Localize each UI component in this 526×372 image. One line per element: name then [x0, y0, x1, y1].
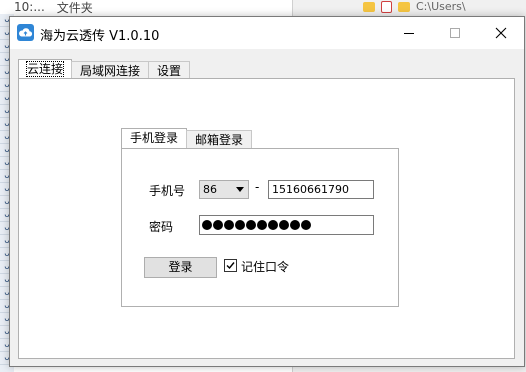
tab-label: 云连接: [25, 61, 65, 77]
password-mask-dot: [202, 220, 212, 230]
password-label: 密码: [149, 220, 174, 234]
cloud-connection-page: 手机登录 邮箱登录 手机号 86 - 15160661790 密码 登录 记住口…: [18, 78, 515, 359]
app-window: 海为云透传 V1.0.10 云连接 局域网连接 设置 手机登录 邮箱登录 手机号…: [9, 16, 525, 367]
password-mask: [202, 216, 373, 234]
background-explorer-header: 10:... 文件夹: [0, 0, 306, 15]
tab-cloud-connection[interactable]: 云连接: [18, 59, 73, 79]
title-bar[interactable]: 海为云透传 V1.0.10: [10, 17, 524, 49]
remember-password-checkbox[interactable]: [224, 259, 237, 272]
tab-label: 局域网连接: [80, 64, 141, 78]
background-address-bar: C:\Users\: [363, 0, 526, 13]
background-time-text: 10:...: [14, 0, 45, 14]
password-mask-dot: [257, 220, 267, 230]
checkmark-icon: [226, 262, 235, 270]
login-tab-strip: 手机登录 邮箱登录: [121, 128, 253, 149]
maximize-button[interactable]: [432, 17, 478, 49]
tab-label: 邮箱登录: [195, 133, 244, 147]
password-mask-dot: [290, 220, 300, 230]
close-button[interactable]: [478, 17, 524, 49]
minimize-button[interactable]: [386, 17, 432, 49]
password-mask-dot: [279, 220, 289, 230]
password-mask-dot: [301, 220, 311, 230]
tab-label: 设置: [157, 64, 182, 78]
background-path-text: C:\Users\: [416, 0, 466, 13]
close-icon: [495, 27, 507, 39]
phone-number-input[interactable]: 15160661790: [268, 180, 374, 199]
tab-label: 手机登录: [130, 131, 179, 145]
cloud-app-icon: [17, 24, 34, 41]
password-mask-dot: [246, 220, 256, 230]
tab-settings[interactable]: 设置: [148, 61, 191, 79]
maximize-icon: [450, 28, 460, 38]
password-mask-dot: [224, 220, 234, 230]
properties-icon: [381, 0, 392, 13]
remember-password-label: 记住口令: [241, 260, 290, 274]
folder-icon: [363, 1, 375, 12]
password-mask-dot: [235, 220, 245, 230]
minimize-icon: [404, 33, 414, 34]
country-code-value: 86: [203, 183, 217, 196]
tab-lan-connection[interactable]: 局域网连接: [71, 61, 150, 79]
password-mask-dot: [213, 220, 223, 230]
phone-login-panel: 手机号 86 - 15160661790 密码 登录 记住口令: [121, 148, 399, 307]
background-folder-text: 文件夹: [56, 0, 93, 15]
country-code-select[interactable]: 86: [199, 180, 249, 199]
tab-email-login[interactable]: 邮箱登录: [186, 130, 253, 149]
phone-separator: -: [255, 180, 260, 194]
phone-label: 手机号: [149, 184, 186, 198]
main-tab-strip: 云连接 局域网连接 设置: [18, 59, 191, 79]
chevron-down-icon: [236, 187, 244, 192]
window-title: 海为云透传 V1.0.10: [40, 29, 160, 44]
password-input[interactable]: [199, 215, 374, 235]
password-mask-dot: [268, 220, 278, 230]
login-button[interactable]: 登录: [144, 257, 217, 278]
folder-icon: [398, 1, 410, 12]
tab-phone-login[interactable]: 手机登录: [121, 128, 188, 149]
